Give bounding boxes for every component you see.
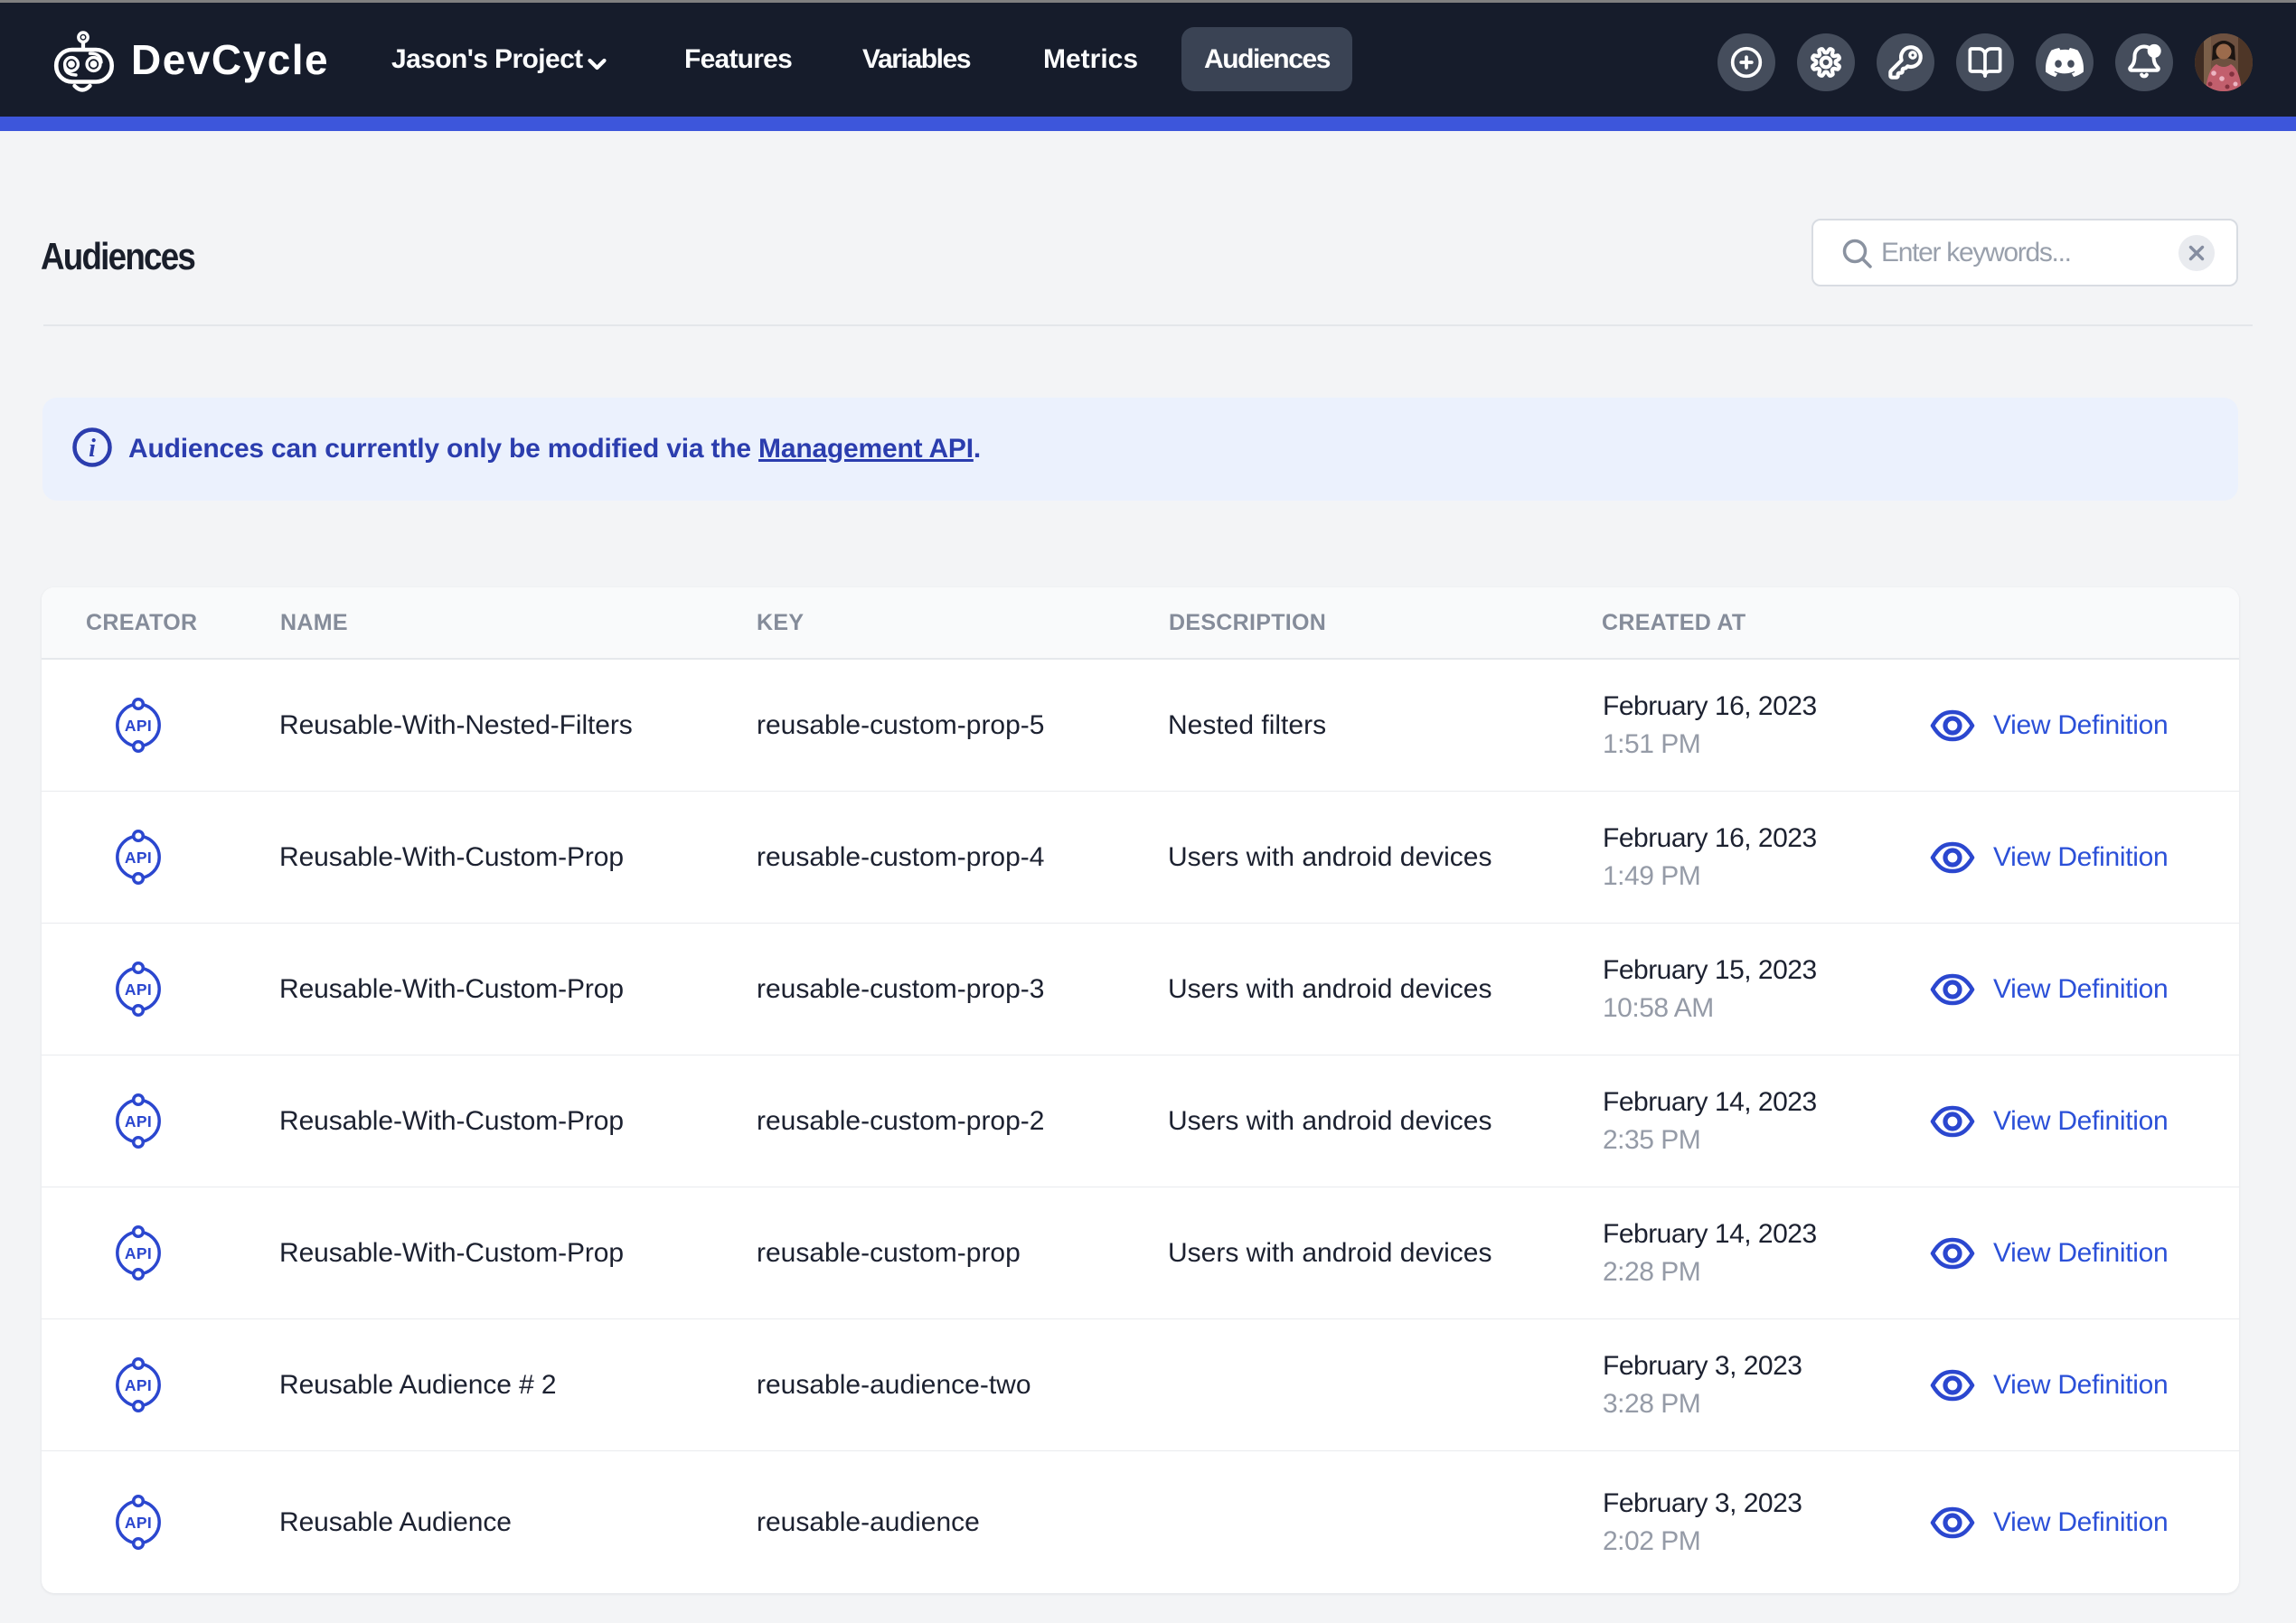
svg-text:API: API	[125, 980, 152, 999]
svg-text:API: API	[125, 849, 152, 867]
svg-text:API: API	[125, 1376, 152, 1394]
svg-text:API: API	[125, 717, 152, 735]
svg-text:API: API	[125, 1514, 152, 1532]
svg-text:API: API	[125, 1112, 152, 1130]
svg-text:i: i	[89, 435, 96, 463]
svg-text:API: API	[125, 1244, 152, 1262]
